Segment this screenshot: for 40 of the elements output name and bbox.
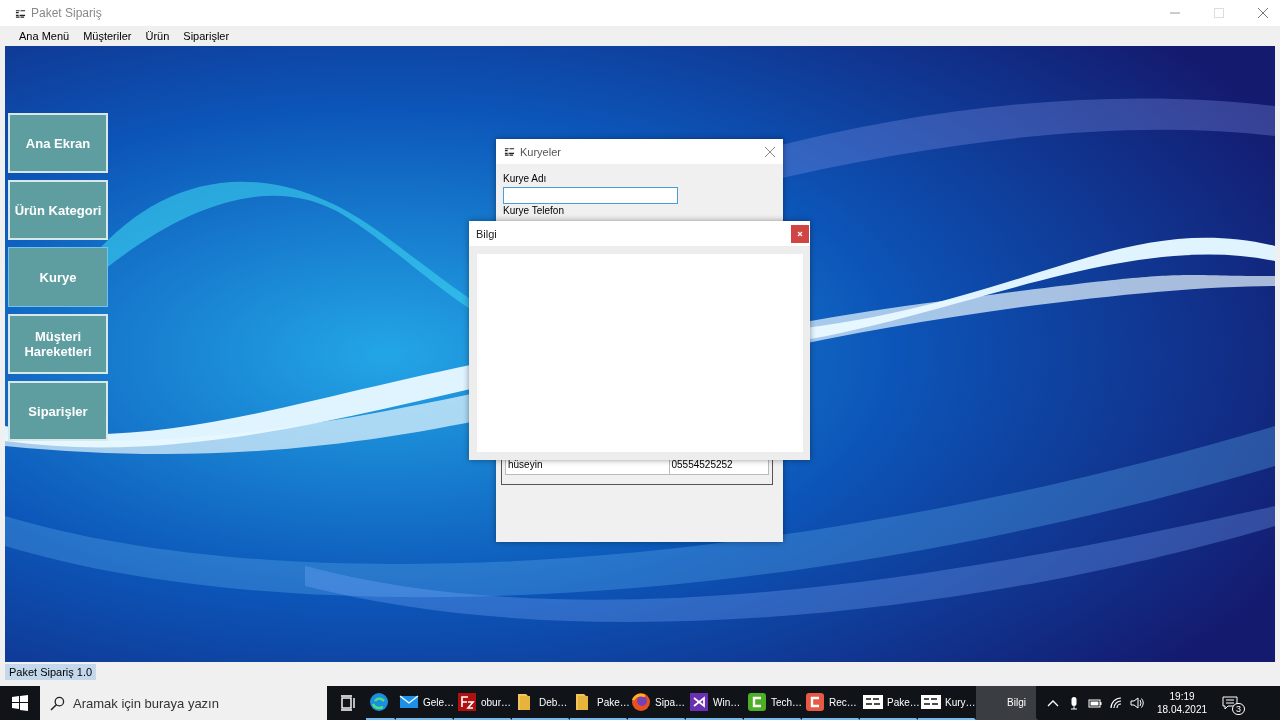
app-logo-icon [921,692,941,712]
task-view-icon[interactable] [340,695,356,711]
taskbar-button[interactable]: Pake… [860,686,918,720]
search-field[interactable]: Aramak için buraya yazın [40,686,327,720]
menu-item[interactable]: Siparişler [176,30,237,42]
window-title: Paket Sipariş [31,6,102,20]
taskbar-button[interactable]: Bilgi [976,686,1038,720]
menu-item[interactable]: Müşteriler [76,30,139,42]
close-button[interactable] [791,224,809,243]
dialog-title: Bilgi [476,227,497,240]
taskbar-button[interactable]: Deb… [512,686,570,720]
field-label: Kurye Adı [503,173,548,184]
menu-item[interactable]: Ürün [138,30,177,42]
wifi-icon[interactable] [1109,696,1123,710]
taskbar-button[interactable]: Pake… [570,686,628,720]
search-icon [50,695,65,711]
taskbar-button[interactable]: obur… [454,686,512,720]
field-label: Kurye Telefon [503,205,565,216]
clock[interactable]: 19:19 18.04.2021 [1157,690,1208,716]
app-logo-icon [863,692,883,712]
notification-count: 3 [1232,703,1246,715]
taskbar-button[interactable]: Gele… [396,686,454,720]
app-logo-icon [504,146,515,157]
status-text: Paket Sipariş 1.0 [5,664,97,680]
input-field[interactable] [503,187,678,204]
close-icon[interactable] [765,146,775,157]
taskbar-button[interactable]: Sipa… [628,686,686,720]
taskbar-button[interactable]: Win… [686,686,744,720]
taskbar-button[interactable]: Tech… [744,686,802,720]
table-cell-text: 05554525252 [670,458,734,472]
menu-item[interactable]: Ana Menü [12,30,77,42]
windows-start-icon[interactable] [12,695,28,711]
dialog-title: Kuryeler [520,145,561,158]
close-icon[interactable] [1258,8,1268,18]
battery-icon[interactable] [1088,696,1102,710]
message-icon [1222,695,1239,711]
taskbar-button[interactable]: Rec… [802,686,860,720]
notifications-button[interactable]: 3 [1222,686,1253,720]
app-logo-icon [15,7,26,19]
speaker-icon[interactable] [1130,696,1144,710]
